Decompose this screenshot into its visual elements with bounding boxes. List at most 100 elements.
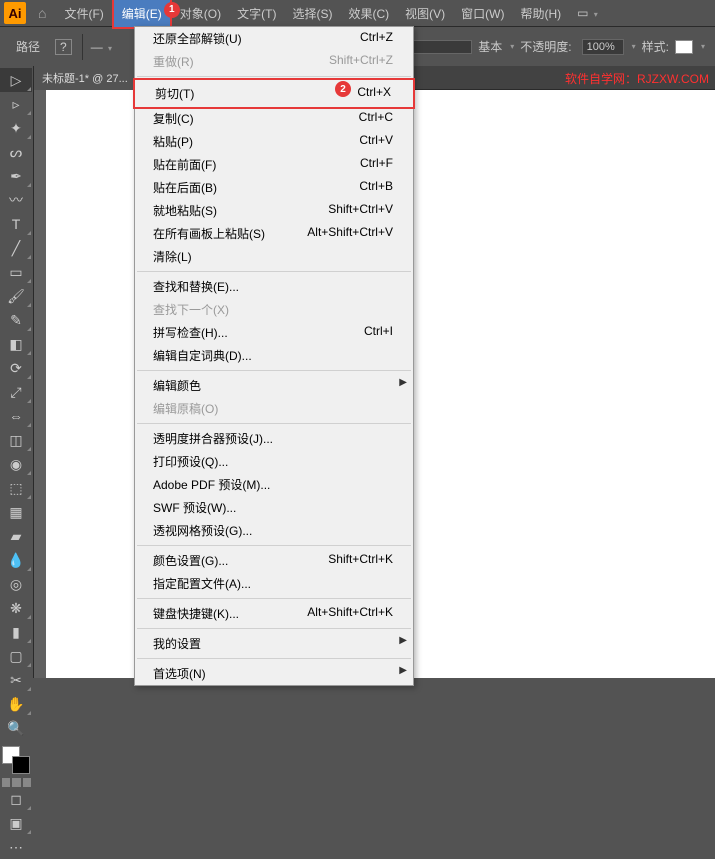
menu-item-c[interactable]: 复制(C)Ctrl+C xyxy=(135,107,413,130)
menu-item-d[interactable]: 编辑自定词典(D)... xyxy=(135,344,413,367)
menu-item-l[interactable]: 清除(L) xyxy=(135,245,413,268)
menu-item-b[interactable]: 贴在后面(B)Ctrl+B xyxy=(135,176,413,199)
edit-dropdown-menu: 还原全部解锁(U)Ctrl+Z 重做(R) Shift+Ctrl+Z 剪切(T)Ctr… xyxy=(134,26,414,686)
menu-edit-label: 编辑(E) xyxy=(122,7,162,21)
menu-item-label: 清除(L) xyxy=(153,248,192,265)
zoom-tool[interactable]: 🔍 xyxy=(0,716,32,740)
menu-item-p[interactable]: 粘贴(P)Ctrl+V xyxy=(135,130,413,153)
menu-item-t[interactable]: 剪切(T)Ctrl+X2 xyxy=(133,78,415,109)
direct-selection-tool[interactable]: ▹ xyxy=(0,92,32,116)
menu-item-k[interactable]: 键盘快捷键(K)...Alt+Shift+Ctrl+K xyxy=(135,602,413,625)
paintbrush-tool[interactable]: 🖌 xyxy=(0,284,32,308)
document-tab[interactable]: 未标题-1* @ 27... xyxy=(34,66,136,90)
curvature-tool[interactable]: 〰 xyxy=(0,188,32,212)
menu-item-s[interactable]: 就地粘贴(S)Shift+Ctrl+V xyxy=(135,199,413,222)
magic-wand-tool[interactable]: ✦ xyxy=(0,116,32,140)
menu-item-adobepdfm[interactable]: Adobe PDF 预设(M)... xyxy=(135,473,413,496)
blend-tool[interactable]: ◎ xyxy=(0,572,32,596)
menu-item-r: 重做(R) Shift+Ctrl+Z xyxy=(135,50,413,73)
menu-item-u[interactable]: 还原全部解锁(U)Ctrl+Z xyxy=(135,27,413,50)
slice-tool[interactable]: ✂ xyxy=(0,668,32,692)
menu-item-swfw[interactable]: SWF 预设(W)... xyxy=(135,496,413,519)
menu-object[interactable]: 对象(O) xyxy=(172,0,229,27)
help-icon[interactable]: ? xyxy=(55,39,72,55)
menu-item-label: 颜色设置(G)... xyxy=(153,552,228,569)
shape-builder-tool[interactable]: ◉ xyxy=(0,452,32,476)
free-transform-tool[interactable]: ◫ xyxy=(0,428,32,452)
home-icon[interactable]: ⌂ xyxy=(38,5,46,21)
eyedropper-tool[interactable]: 💧 xyxy=(0,548,32,572)
menu-item-label: SWF 预设(W)... xyxy=(153,499,236,516)
menu-item-shortcut: Alt+Shift+Ctrl+K xyxy=(307,605,393,622)
line-tool[interactable]: ╱ xyxy=(0,236,32,260)
menu-item-[interactable]: 编辑颜色▶ xyxy=(135,374,413,397)
menu-item-label: 首选项(N) xyxy=(153,665,206,682)
type-tool[interactable]: T xyxy=(0,212,32,236)
menu-separator xyxy=(137,76,411,77)
menu-item-g[interactable]: 颜色设置(G)...Shift+Ctrl+K xyxy=(135,549,413,572)
menu-separator xyxy=(137,271,411,272)
menu-item-label: 编辑颜色 xyxy=(153,377,201,394)
screen-mode[interactable]: ▣ xyxy=(0,811,32,835)
menu-edit[interactable]: 编辑(E) 1 xyxy=(112,0,172,29)
rotate-tool[interactable]: ⟳ xyxy=(0,356,32,380)
menu-item-n[interactable]: 首选项(N) ▶ xyxy=(135,662,413,685)
edit-toolbar[interactable]: ⋯ xyxy=(0,835,32,859)
scale-tool[interactable]: ⤢ xyxy=(0,380,32,404)
menu-item-a[interactable]: 指定配置文件(A)... xyxy=(135,572,413,595)
mesh-tool[interactable]: ▦ xyxy=(0,500,32,524)
color-modes[interactable] xyxy=(0,778,33,787)
app-logo: Ai xyxy=(4,2,26,24)
menu-item-label: 查找下一个(X) xyxy=(153,301,229,318)
menu-item-label: 透视网格预设(G)... xyxy=(153,522,252,539)
menu-item-g[interactable]: 透视网格预设(G)... xyxy=(135,519,413,542)
hand-tool[interactable]: ✋ xyxy=(0,692,32,716)
menu-item-shortcut: Ctrl+Z xyxy=(360,30,393,47)
menu-item-label: 编辑自定词典(D)... xyxy=(153,347,252,364)
menu-item-s[interactable]: 在所有画板上粘贴(S)Alt+Shift+Ctrl+V xyxy=(135,222,413,245)
gradient-tool[interactable]: ▰ xyxy=(0,524,32,548)
menu-arrange-icon[interactable]: ▭ ▾ xyxy=(569,1,606,25)
pencil-tool[interactable]: ✎ xyxy=(0,308,32,332)
menu-effect[interactable]: 效果(C) xyxy=(340,0,397,27)
submenu-arrow-icon: ▶ xyxy=(399,665,407,676)
color-picker[interactable] xyxy=(0,744,32,776)
symbol-sprayer-tool[interactable]: ❋ xyxy=(0,596,32,620)
menu-separator xyxy=(137,545,411,546)
path-label: 路径 xyxy=(16,38,40,55)
opacity-label: 不透明度: xyxy=(520,38,571,55)
lasso-tool[interactable]: ᔕ xyxy=(0,140,32,164)
menu-item-shortcut: Ctrl+V xyxy=(359,133,393,150)
menu-help[interactable]: 帮助(H) xyxy=(512,0,569,27)
artboard-tool[interactable]: ▢ xyxy=(0,644,32,668)
style-swatch[interactable] xyxy=(675,40,693,54)
menu-item-q[interactable]: 打印预设(Q)... xyxy=(135,450,413,473)
menu-item-j[interactable]: 透明度拼合器预设(J)... xyxy=(135,427,413,450)
menu-view[interactable]: 视图(V) xyxy=(397,0,453,27)
rectangle-tool[interactable]: ▭ xyxy=(0,260,32,284)
menu-item-f[interactable]: 贴在前面(F)Ctrl+F xyxy=(135,153,413,176)
stroke-dash-icon[interactable]: — ▾ xyxy=(91,40,112,54)
selection-tool[interactable]: ▷ xyxy=(0,68,32,92)
menu-select[interactable]: 选择(S) xyxy=(284,0,340,27)
menu-item-e[interactable]: 查找和替换(E)... xyxy=(135,275,413,298)
pen-tool[interactable]: ✒ xyxy=(0,164,32,188)
menu-type[interactable]: 文字(T) xyxy=(229,0,284,27)
eraser-tool[interactable]: ◧ xyxy=(0,332,32,356)
menu-item-shortcut: Shift+Ctrl+Z xyxy=(329,53,393,70)
menu-item-label: 打印预设(Q)... xyxy=(153,453,228,470)
annotation-marker-2: 2 xyxy=(335,81,351,97)
menu-file[interactable]: 文件(F) xyxy=(56,0,111,27)
column-graph-tool[interactable]: ▮ xyxy=(0,620,32,644)
menu-item-label: 重做(R) xyxy=(153,53,194,70)
annotation-marker-1: 1 xyxy=(164,2,180,18)
menu-item-[interactable]: 我的设置▶ xyxy=(135,632,413,655)
perspective-tool[interactable]: ⬚ xyxy=(0,476,32,500)
menu-window[interactable]: 窗口(W) xyxy=(453,0,512,27)
menu-item-h[interactable]: 拼写检查(H)...Ctrl+I xyxy=(135,321,413,344)
opacity-input[interactable]: 100% xyxy=(582,39,624,55)
width-tool[interactable]: ⇔ xyxy=(0,404,32,428)
draw-mode[interactable]: ◻ xyxy=(0,787,32,811)
stroke-color[interactable] xyxy=(12,756,30,774)
menu-item-label: 贴在后面(B) xyxy=(153,179,217,196)
